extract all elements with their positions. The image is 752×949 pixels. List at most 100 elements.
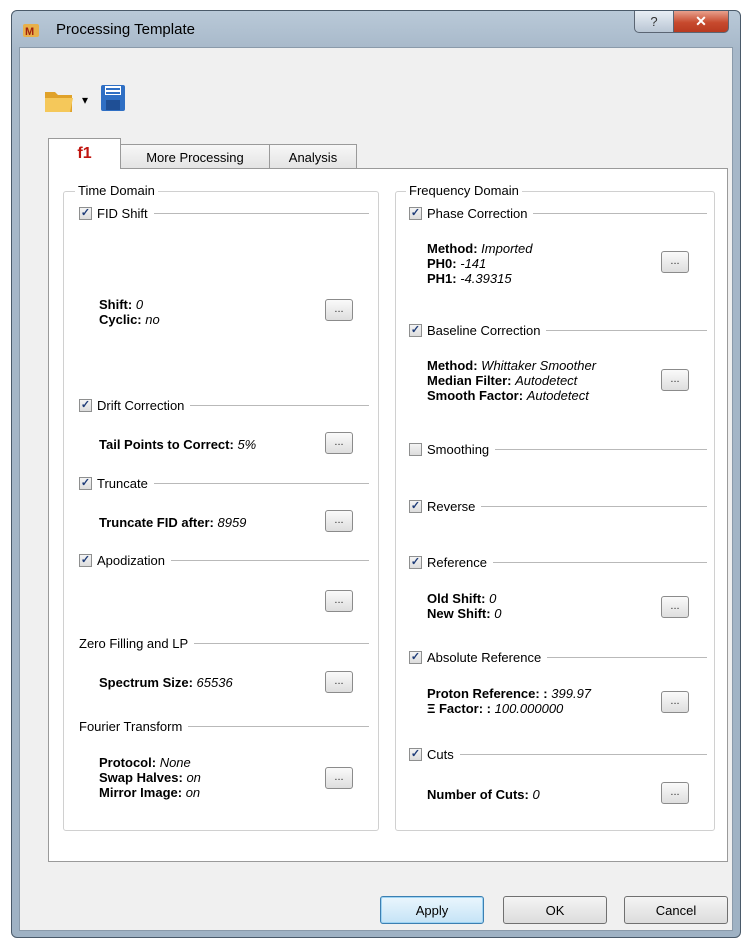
truncate-after-label: Truncate FID after: (99, 515, 214, 530)
reverse-label: Reverse (427, 499, 476, 514)
tab-analysis[interactable]: Analysis (269, 144, 357, 170)
protocol-value: None (159, 755, 191, 770)
truncate-checkbox[interactable]: ✓ (79, 477, 92, 490)
proton-reference-label: Proton Reference: : (427, 686, 548, 701)
reference-section: ✓ Reference (409, 555, 707, 570)
xi-factor-label: Ξ Factor: : (427, 701, 491, 716)
ph1-label: PH1: (427, 271, 457, 286)
title-bar[interactable]: M Processing Template ? ✕ (12, 11, 740, 47)
phase-correction-checkbox[interactable]: ✓ (409, 207, 422, 220)
reference-settings-button[interactable]: ... (661, 596, 689, 618)
fid-shift-checkbox[interactable]: ✓ (79, 207, 92, 220)
reference-check-icon: ✓ (410, 556, 421, 568)
baseline-method-label: Method: (427, 358, 478, 373)
tab-f1[interactable]: f1 (48, 138, 121, 169)
shift-label: Shift: (99, 297, 133, 312)
apodization-section: ✓ Apodization (79, 553, 369, 568)
reference-params: Old Shift: 0 New Shift: 0 (427, 591, 501, 621)
cuts-checkbox[interactable]: ✓ (409, 748, 422, 761)
apodization-check-icon: ✓ (80, 554, 91, 566)
ok-button[interactable]: OK (503, 896, 607, 924)
swap-halves-label: Swap Halves: (99, 770, 183, 785)
reference-checkbox[interactable]: ✓ (409, 556, 422, 569)
smoothing-checkbox[interactable] (409, 443, 422, 456)
apodization-checkbox[interactable]: ✓ (79, 554, 92, 567)
folder-open-icon[interactable] (44, 88, 78, 114)
phase-correction-label: Phase Correction (427, 206, 528, 221)
cancel-button[interactable]: Cancel (624, 896, 728, 924)
phase-method-value: Imported (481, 241, 533, 256)
apply-button[interactable]: Apply (380, 896, 484, 924)
reverse-checkbox[interactable]: ✓ (409, 500, 422, 513)
floppy-disk-icon[interactable] (100, 84, 126, 112)
fid-shift-params: Shift: 0 Cyclic: no (99, 297, 160, 327)
smooth-factor-label: Smooth Factor: (427, 388, 524, 403)
baseline-settings-button[interactable]: ... (661, 369, 689, 391)
truncate-settings-button[interactable]: ... (325, 510, 353, 532)
truncate-label: Truncate (97, 476, 148, 491)
apodization-settings-button[interactable]: ... (325, 590, 353, 612)
fourier-transform-title: Fourier Transform (79, 719, 183, 734)
truncate-params: Truncate FID after: 8959 (99, 515, 246, 530)
tab-more-processing[interactable]: More Processing (120, 144, 270, 170)
reverse-check-icon: ✓ (410, 500, 421, 512)
zero-filling-title: Zero Filling and LP (79, 636, 189, 651)
zero-filling-params: Spectrum Size: 65536 (99, 675, 233, 690)
mirror-image-label: Mirror Image: (99, 785, 183, 800)
baseline-correction-section: ✓ Baseline Correction (409, 323, 707, 338)
spectrum-size-label: Spectrum Size: (99, 675, 193, 690)
absolute-reference-checkbox[interactable]: ✓ (409, 651, 422, 664)
tail-points-label: Tail Points to Correct: (99, 437, 234, 452)
window-title: Processing Template (56, 21, 195, 38)
phase-settings-button[interactable]: ... (661, 251, 689, 273)
zero-filling-settings-button[interactable]: ... (325, 671, 353, 693)
baseline-correction-label: Baseline Correction (427, 323, 541, 338)
absolute-reference-settings-button[interactable]: ... (661, 691, 689, 713)
divider (533, 213, 707, 214)
tab-more-processing-label: More Processing (146, 150, 244, 165)
smoothing-section: Smoothing (409, 442, 707, 457)
cyclic-label: Cyclic: (99, 312, 142, 327)
reverse-section: ✓ Reverse (409, 499, 707, 514)
new-shift-value: 0 (494, 606, 502, 621)
absolute-reference-params: Proton Reference: : 399.97 Ξ Factor: : 1… (427, 686, 591, 716)
baseline-params: Method: Whittaker Smoother Median Filter… (427, 358, 596, 403)
fourier-settings-button[interactable]: ... (325, 767, 353, 789)
swap-halves-value: on (186, 770, 201, 785)
spectrum-size-value: 65536 (196, 675, 233, 690)
time-domain-title: Time Domain (75, 183, 158, 198)
divider (194, 643, 369, 644)
truncate-section: ✓ Truncate (79, 476, 369, 491)
cuts-settings-button[interactable]: ... (661, 782, 689, 804)
help-button[interactable]: ? (634, 11, 674, 33)
number-of-cuts-label: Number of Cuts: (427, 787, 529, 802)
truncate-after-value: 8959 (217, 515, 247, 530)
cyclic-value: no (145, 312, 160, 327)
divider (546, 330, 707, 331)
fid-shift-settings-button[interactable]: ... (325, 299, 353, 321)
number-of-cuts-value: 0 (532, 787, 540, 802)
protocol-label: Protocol: (99, 755, 157, 770)
ph0-value: -141 (460, 256, 487, 271)
cuts-params: Number of Cuts: 0 (427, 787, 540, 802)
fourier-params: Protocol: None Swap Halves: on Mirror Im… (99, 755, 201, 800)
tab-analysis-label: Analysis (288, 150, 338, 165)
absolute-reference-check-icon: ✓ (410, 651, 421, 663)
divider (190, 405, 369, 406)
phase-correction-section: ✓ Phase Correction (409, 206, 707, 221)
fid-shift-label: FID Shift (97, 206, 148, 221)
absolute-reference-label: Absolute Reference (427, 650, 542, 665)
drift-correction-checkbox[interactable]: ✓ (79, 399, 92, 412)
drift-params: Tail Points to Correct: 5% (99, 437, 256, 452)
baseline-correction-checkbox[interactable]: ✓ (409, 324, 422, 337)
help-icon: ? (650, 14, 658, 29)
frequency-domain-title: Frequency Domain (406, 183, 522, 198)
divider (481, 506, 707, 507)
mestrenova-app-icon: M (23, 24, 39, 38)
drift-settings-button[interactable]: ... (325, 432, 353, 454)
close-button[interactable]: ✕ (673, 11, 729, 33)
phase-check-icon: ✓ (410, 207, 421, 219)
open-dropdown-icon[interactable]: ▾ (82, 93, 88, 107)
old-shift-value: 0 (489, 591, 497, 606)
median-filter-value: Autodetect (515, 373, 578, 388)
